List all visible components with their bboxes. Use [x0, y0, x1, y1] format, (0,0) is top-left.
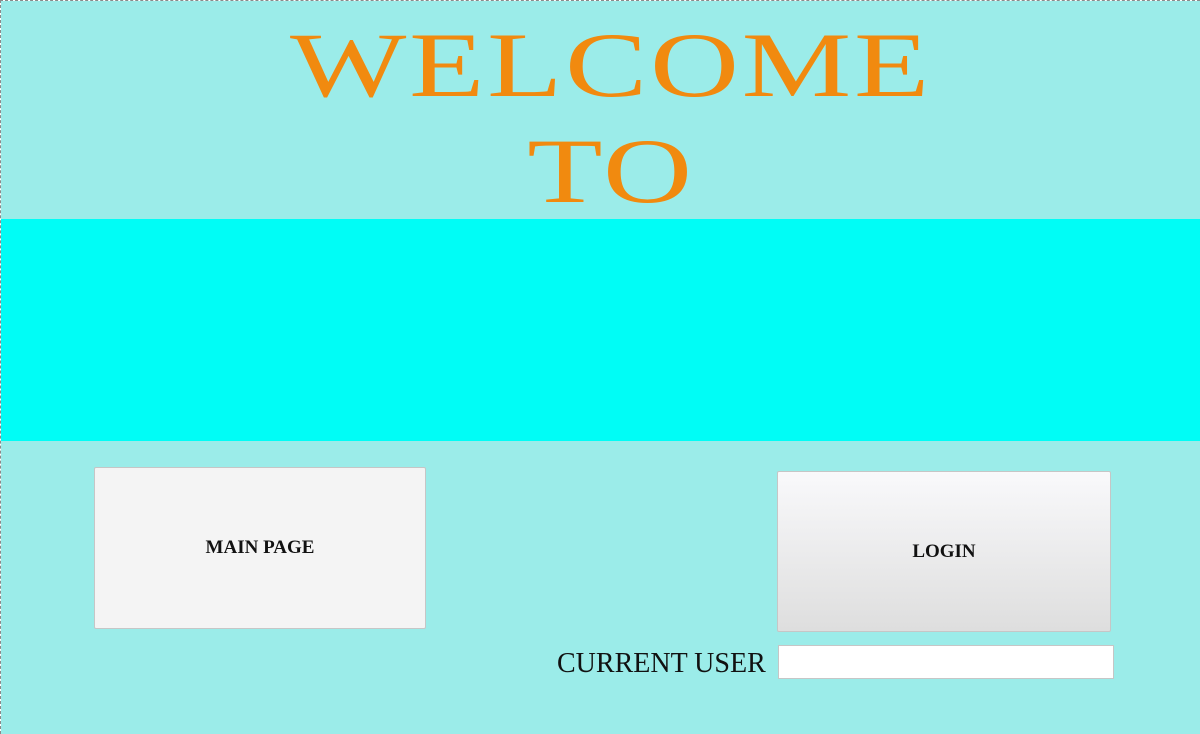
main-page-button[interactable]: MAIN PAGE: [94, 467, 426, 629]
action-panel: MAIN PAGE LOGIN CURRENT USER: [1, 441, 1200, 734]
welcome-window: WELCOME TO MAIN PAGE LOGIN CURRENT USER: [0, 0, 1200, 734]
login-button[interactable]: LOGIN: [777, 471, 1111, 632]
current-user-input[interactable]: [778, 645, 1114, 679]
welcome-title: WELCOME: [290, 14, 932, 116]
welcome-header: WELCOME TO: [1, 1, 1200, 219]
current-user-label: CURRENT USER: [557, 648, 766, 679]
welcome-subtitle: TO: [527, 120, 695, 222]
cyan-banner: [1, 219, 1200, 441]
